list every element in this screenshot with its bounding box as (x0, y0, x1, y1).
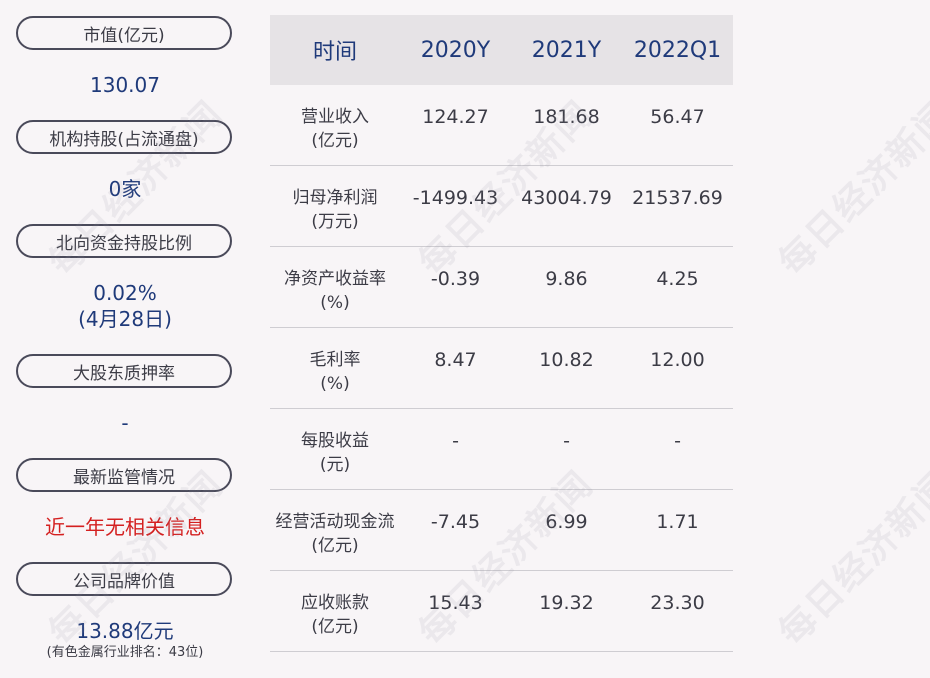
row-label: 归母净利润 (万元) (292, 188, 378, 232)
pledge-ratio-label: 大股东质押率 (16, 354, 232, 388)
table-row: 归母净利润 (万元) -1499.43 43004.79 21537.69 (270, 166, 733, 247)
row-label: 每股收益 (元) (301, 431, 369, 475)
watermark: 每日经济新闻 (771, 463, 930, 654)
pledge-ratio-value: - (121, 411, 129, 435)
row-label: 营业收入 (亿元) (301, 107, 369, 151)
cell: 1.71 (656, 511, 699, 533)
cell: 12.00 (650, 349, 705, 371)
market-cap-value: 130.07 (90, 73, 160, 97)
market-cap-label: 市值(亿元) (16, 16, 232, 50)
row-label: 应收账款 (亿元) (301, 593, 369, 637)
table-row: 经营活动现金流 (亿元) -7.45 6.99 1.71 (270, 490, 733, 571)
header-2021y: 2021Y (531, 37, 602, 63)
cell: 10.82 (539, 349, 594, 371)
cell: 4.25 (656, 268, 699, 290)
cell: - (674, 430, 681, 452)
financial-table: 时间 2020Y 2021Y 2022Q1 营业收入 (亿元) 124.27 18… (270, 15, 733, 652)
cell: 43004.79 (521, 187, 612, 209)
left-panel: 市值(亿元) 130.07 机构持股(占流通盘) 0家 北向资金持股比例 0.0… (0, 0, 250, 678)
row-label: 毛利率 (%) (309, 350, 361, 394)
table-row: 净资产收益率 (%) -0.39 9.86 4.25 (270, 247, 733, 328)
cell: 21537.69 (632, 187, 723, 209)
brand-value-value: 13.88亿元 (76, 619, 174, 643)
table-row: 营业收入 (亿元) 124.27 181.68 56.47 (270, 85, 733, 166)
cell: 6.99 (545, 511, 588, 533)
northbound-ratio-label: 北向资金持股比例 (16, 224, 232, 258)
brand-value-label: 公司品牌价值 (16, 562, 232, 596)
cell: 56.47 (650, 106, 705, 128)
cell: - (563, 430, 570, 452)
header-2020y: 2020Y (420, 37, 491, 63)
northbound-ratio-date: (4月28日) (78, 307, 172, 331)
cell: - (452, 430, 459, 452)
table-row: 毛利率 (%) 8.47 10.82 12.00 (270, 328, 733, 409)
watermark: 每日经济新闻 (771, 93, 930, 284)
regulation-label: 最新监管情况 (16, 458, 232, 492)
cell: -0.39 (430, 268, 481, 290)
cell: 181.68 (533, 106, 600, 128)
cell: 124.27 (422, 106, 489, 128)
cell: 9.86 (545, 268, 588, 290)
table-row: 每股收益 (元) - - - (270, 409, 733, 490)
brand-rank-note: (有色金属行业排名：43位) (46, 645, 204, 660)
row-label: 净资产收益率 (%) (284, 269, 386, 313)
header-period: 时间 (312, 40, 357, 65)
cell: 19.32 (539, 592, 594, 614)
cell: -1499.43 (412, 187, 499, 209)
row-label: 经营活动现金流 (亿元) (275, 512, 395, 556)
cell: 15.43 (428, 592, 483, 614)
northbound-ratio-value: 0.02% (93, 281, 157, 305)
table-row: 应收账款 (亿元) 15.43 19.32 23.30 (270, 571, 733, 652)
cell: 23.30 (650, 592, 705, 614)
cell: -7.45 (430, 511, 481, 533)
institutional-holding-label: 机构持股(占流通盘) (16, 120, 232, 154)
regulation-value: 近一年无相关信息 (45, 515, 205, 539)
institutional-holding-value: 0家 (108, 177, 142, 201)
cell: 8.47 (434, 349, 477, 371)
header-2022q1: 2022Q1 (633, 37, 722, 63)
table-header: 时间 2020Y 2021Y 2022Q1 (270, 15, 733, 85)
